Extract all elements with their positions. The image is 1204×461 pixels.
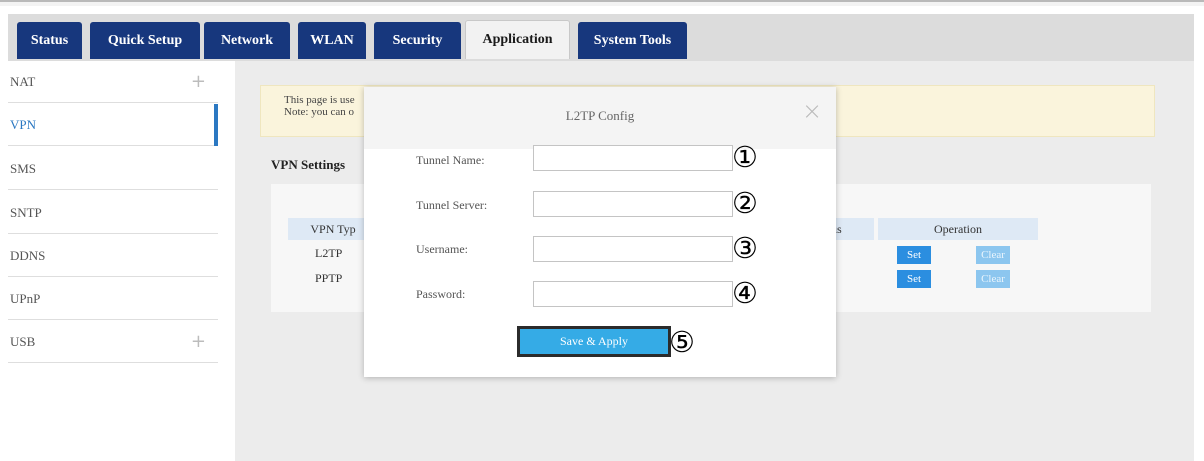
- tab-security[interactable]: Security: [374, 22, 461, 59]
- expand-plus-icon[interactable]: +: [191, 71, 206, 92]
- tab-status[interactable]: Status: [17, 22, 82, 59]
- vpn-type-cell: L2TP: [315, 246, 343, 260]
- step-marker-3: ③: [732, 231, 758, 265]
- tab-network[interactable]: Network: [204, 22, 290, 59]
- tab-application[interactable]: Application: [465, 20, 570, 59]
- dialog-title: L2TP Config: [565, 108, 635, 123]
- set-button[interactable]: Set: [897, 270, 931, 288]
- password-label: Password:: [416, 287, 466, 301]
- vpn-settings-title: VPN Settings: [271, 157, 346, 172]
- sidebar-item-label: UPnP: [10, 290, 41, 306]
- sidebar-item-label: SMS: [10, 160, 37, 176]
- tab-quick-setup[interactable]: Quick Setup: [90, 22, 200, 59]
- sidebar-item-vpn[interactable]: VPN: [8, 104, 218, 146]
- column-header-operation: Operation: [878, 218, 1038, 240]
- clear-button[interactable]: Clear: [976, 246, 1010, 264]
- tab-wlan[interactable]: WLAN: [298, 22, 366, 59]
- main-tab-bar: Status Quick Setup Network WLAN Security…: [8, 14, 1194, 61]
- clear-button[interactable]: Clear: [976, 270, 1010, 288]
- username-input[interactable]: [533, 236, 733, 262]
- step-marker-4: ④: [732, 276, 758, 310]
- sidebar-item-label: VPN: [10, 116, 37, 132]
- username-label: Username:: [416, 242, 468, 256]
- sidebar-item-ddns[interactable]: DDNS: [8, 235, 218, 277]
- step-marker-5: ⑤: [669, 325, 695, 359]
- sidebar-item-label: NAT: [10, 73, 36, 89]
- vpn-type-cell: PPTP: [315, 271, 343, 285]
- l2tp-config-dialog: L2TP Config × Tunnel Name: ① Tunnel Serv…: [364, 87, 836, 377]
- tab-system-tools[interactable]: System Tools: [578, 22, 687, 59]
- sidebar-active-indicator: [214, 104, 218, 146]
- sidebar: NAT + VPN SMS SNTP DDNS UPnP USB +: [8, 61, 218, 461]
- sidebar-item-sms[interactable]: SMS: [8, 148, 218, 190]
- step-marker-1: ①: [732, 140, 758, 174]
- sidebar-item-usb[interactable]: USB +: [8, 321, 218, 363]
- tunnel-name-input[interactable]: [533, 145, 733, 171]
- sidebar-item-label: SNTP: [10, 204, 42, 220]
- sidebar-item-sntp[interactable]: SNTP: [8, 192, 218, 234]
- close-icon[interactable]: ×: [802, 97, 822, 125]
- set-button[interactable]: Set: [897, 246, 931, 264]
- window-top-border: [0, 0, 1204, 6]
- expand-plus-icon[interactable]: +: [191, 331, 206, 352]
- step-marker-2: ②: [732, 186, 758, 220]
- tunnel-name-label: Tunnel Name:: [416, 153, 485, 167]
- sidebar-item-label: DDNS: [10, 247, 46, 263]
- dialog-header: L2TP Config ×: [364, 87, 836, 149]
- sidebar-item-nat[interactable]: NAT +: [8, 61, 218, 103]
- sidebar-item-label: USB: [10, 333, 36, 349]
- tunnel-server-input[interactable]: [533, 191, 733, 217]
- password-input[interactable]: [533, 281, 733, 307]
- sidebar-item-upnp[interactable]: UPnP: [8, 278, 218, 320]
- tunnel-server-label: Tunnel Server:: [416, 198, 488, 212]
- save-apply-button[interactable]: Save & Apply: [517, 326, 671, 357]
